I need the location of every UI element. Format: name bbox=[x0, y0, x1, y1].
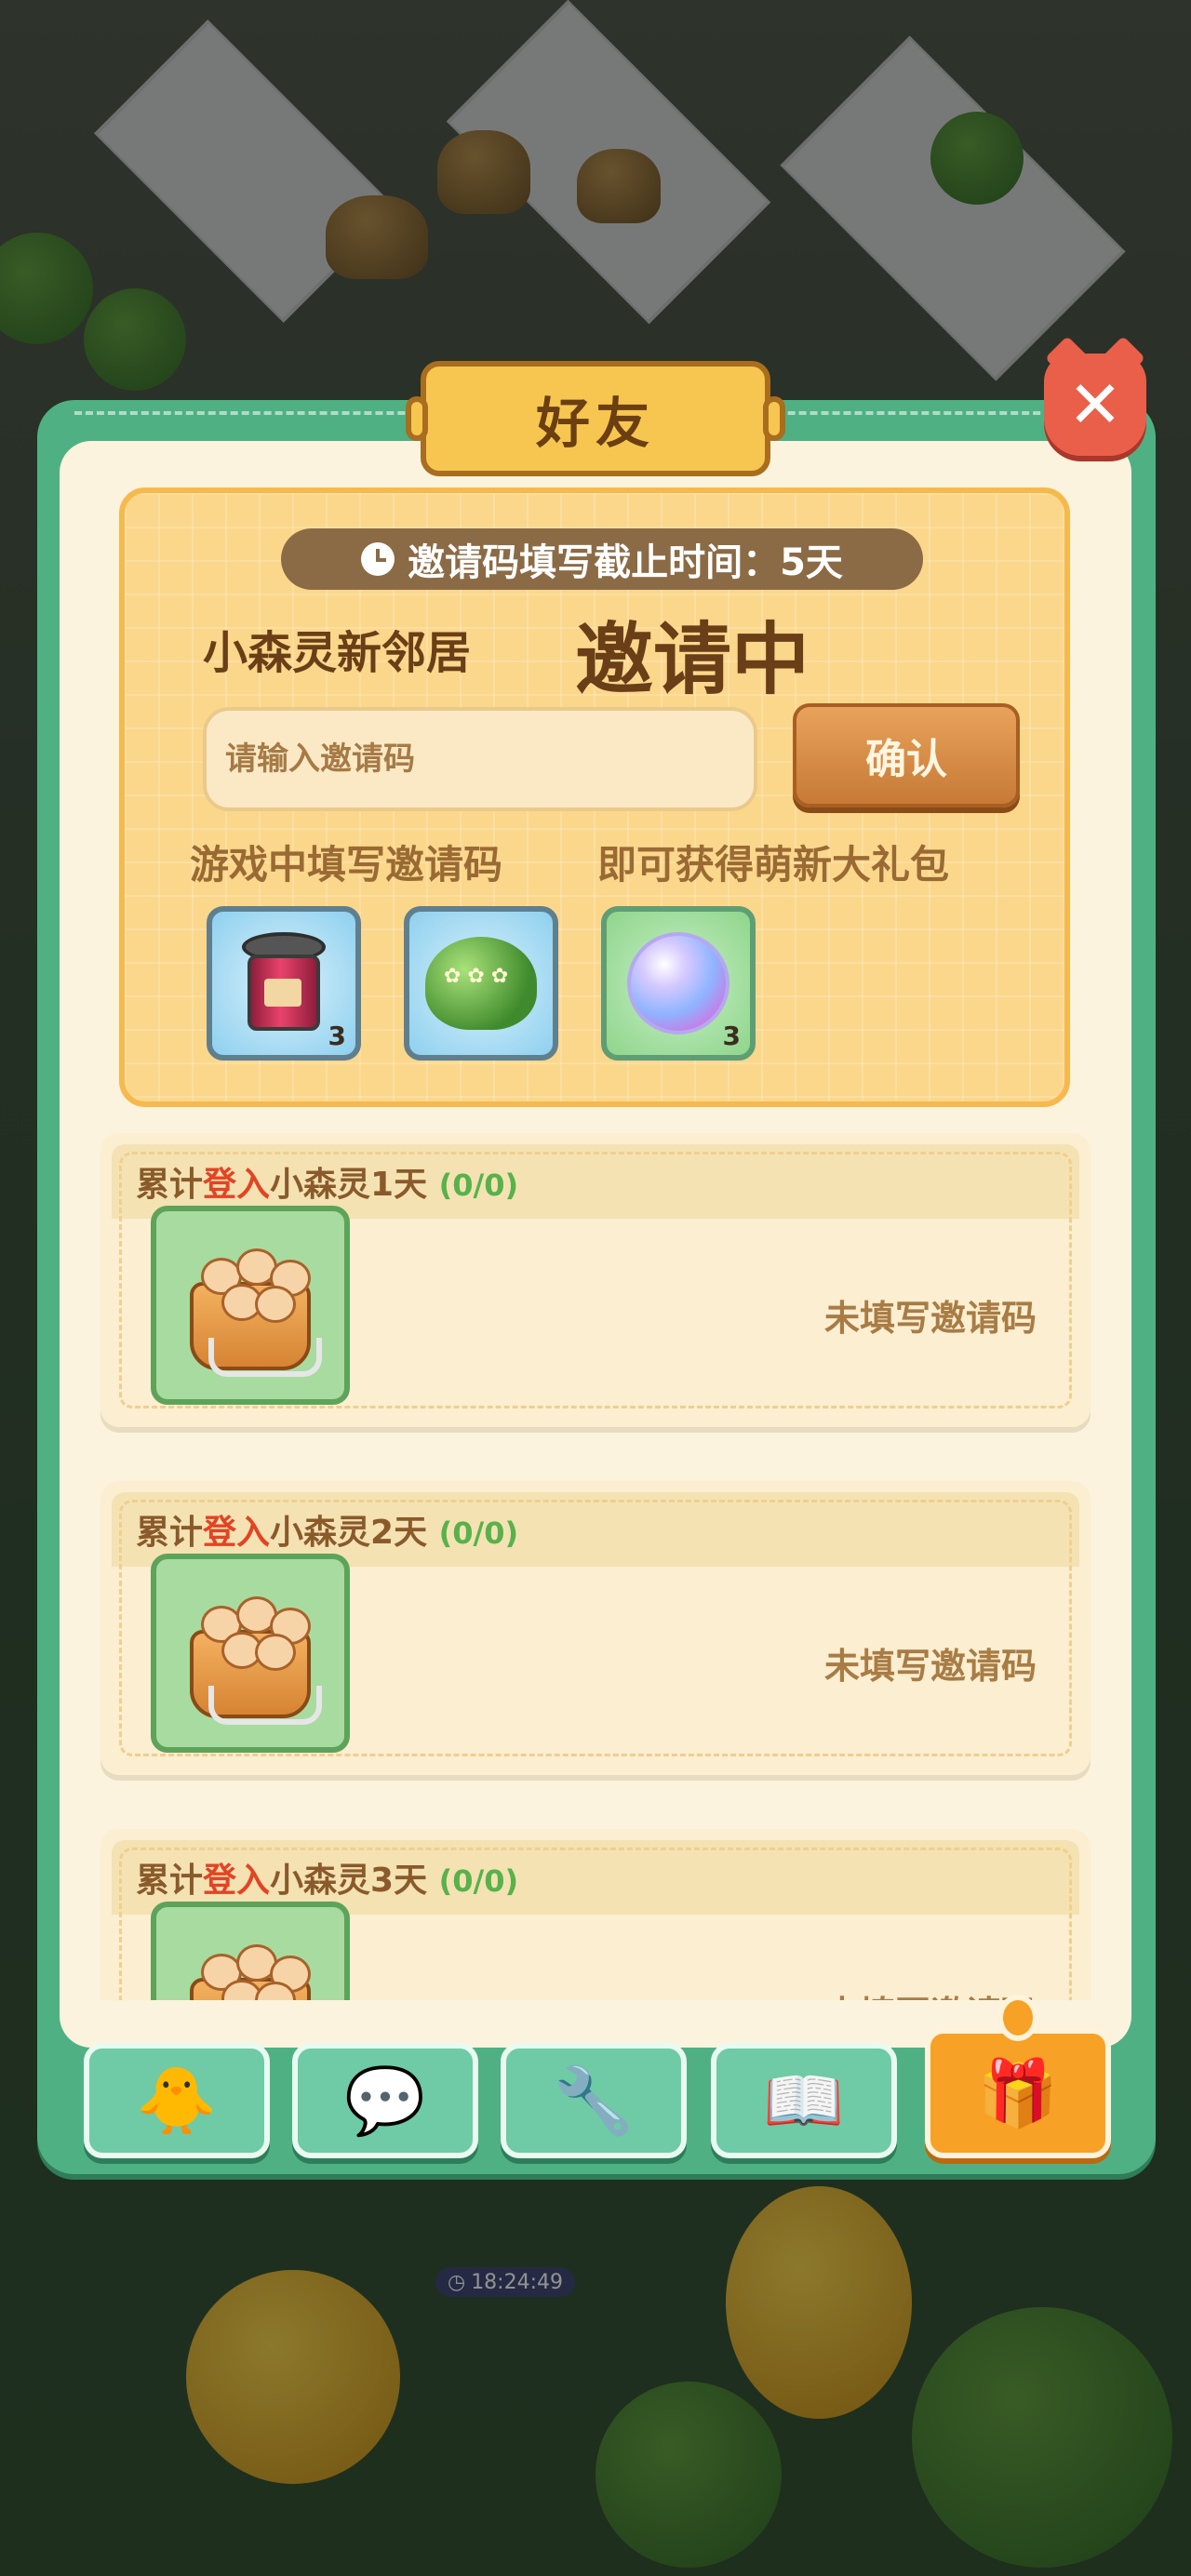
reward-status: 未填写邀请码 bbox=[824, 1985, 1037, 2000]
reward-progress: (0/0) bbox=[438, 1863, 519, 1899]
item-quantity: 3 bbox=[328, 1021, 346, 1051]
puppy-basket-icon bbox=[181, 1583, 322, 1725]
reward-progress: (0/0) bbox=[438, 1515, 519, 1551]
hint-left: 游戏中填写邀请码 bbox=[190, 842, 503, 888]
close-button[interactable]: ✕ bbox=[1044, 354, 1146, 456]
reward-status: 未填写邀请码 bbox=[823, 1646, 1037, 1687]
invite-lead-text: 小森灵新邻居 bbox=[203, 627, 472, 679]
book-icon: 📖 bbox=[763, 2062, 845, 2139]
reward-progress: (0/0) bbox=[438, 1168, 519, 1203]
tab-chat[interactable]: 💬 bbox=[292, 2043, 478, 2158]
reward-item[interactable] bbox=[151, 1206, 350, 1405]
deadline-text: 邀请码填写截止时间：5天 bbox=[408, 541, 843, 584]
confirm-button[interactable]: 确认 bbox=[793, 703, 1020, 808]
modal-title-tab: 好友 bbox=[406, 361, 785, 476]
chat-icon: 💬 bbox=[344, 2062, 426, 2139]
item-quantity: 3 bbox=[722, 1021, 741, 1051]
tab-tools[interactable]: 🔧 bbox=[501, 2043, 687, 2158]
bush-icon bbox=[425, 937, 537, 1030]
reward-row: 累计登入小森灵1天 (0/0) 未填写邀请码 bbox=[100, 1133, 1091, 1427]
reward-row: 累计登入小森灵3天 (0/0) 未填写邀请码 bbox=[100, 1829, 1091, 2000]
reward-item[interactable] bbox=[151, 1902, 350, 2000]
invite-card: 邀请码填写截止时间：5天 小森灵新邻居 邀请中 确认 游戏中填写邀请码 即可获得… bbox=[119, 487, 1070, 1107]
reward-row: 累计登入小森灵2天 (0/0) 未填写邀请码 bbox=[100, 1481, 1091, 1775]
tab-gift[interactable]: 🎁 bbox=[925, 2028, 1111, 2158]
wrench-icon: 🔧 bbox=[553, 2062, 635, 2139]
clock-icon bbox=[361, 542, 395, 576]
reward-row-title: 累计登入小森灵2天 (0/0) bbox=[136, 1514, 519, 1552]
gift-icon: 🎁 bbox=[977, 2055, 1059, 2131]
reward-row-title: 累计登入小森灵3天 (0/0) bbox=[136, 1862, 519, 1900]
reward-status: 未填写邀请码 bbox=[823, 1298, 1037, 1339]
jar-icon bbox=[242, 932, 326, 1034]
deadline-badge: 邀请码填写截止时间：5天 bbox=[281, 528, 923, 590]
reward-item[interactable] bbox=[151, 1554, 350, 1753]
active-tab-pin bbox=[997, 1995, 1038, 2041]
reward-row-title: 累计登入小森灵1天 (0/0) bbox=[136, 1166, 519, 1204]
modal-title: 好友 bbox=[535, 392, 655, 455]
puppy-basket-icon bbox=[181, 1931, 320, 2000]
invite-status: 邀请中 bbox=[575, 614, 810, 705]
tab-guide[interactable]: 📖 bbox=[711, 2043, 897, 2158]
orb-icon bbox=[627, 932, 729, 1034]
gift-item-jar[interactable]: 3 bbox=[207, 906, 361, 1061]
invite-code-input[interactable] bbox=[203, 707, 757, 811]
gift-item-orb[interactable]: 3 bbox=[601, 906, 756, 1061]
tab-chick[interactable]: 🐥 bbox=[84, 2043, 270, 2158]
gift-item-bush[interactable] bbox=[404, 906, 558, 1061]
reward-list-clip: 累计登入小森灵3天 (0/0) 未填写邀请码 bbox=[60, 1805, 1131, 2000]
hint-right: 即可获得萌新大礼包 bbox=[597, 842, 950, 888]
chick-icon: 🐥 bbox=[136, 2062, 218, 2139]
puppy-basket-icon bbox=[181, 1235, 322, 1377]
close-icon: ✕ bbox=[1067, 367, 1123, 443]
